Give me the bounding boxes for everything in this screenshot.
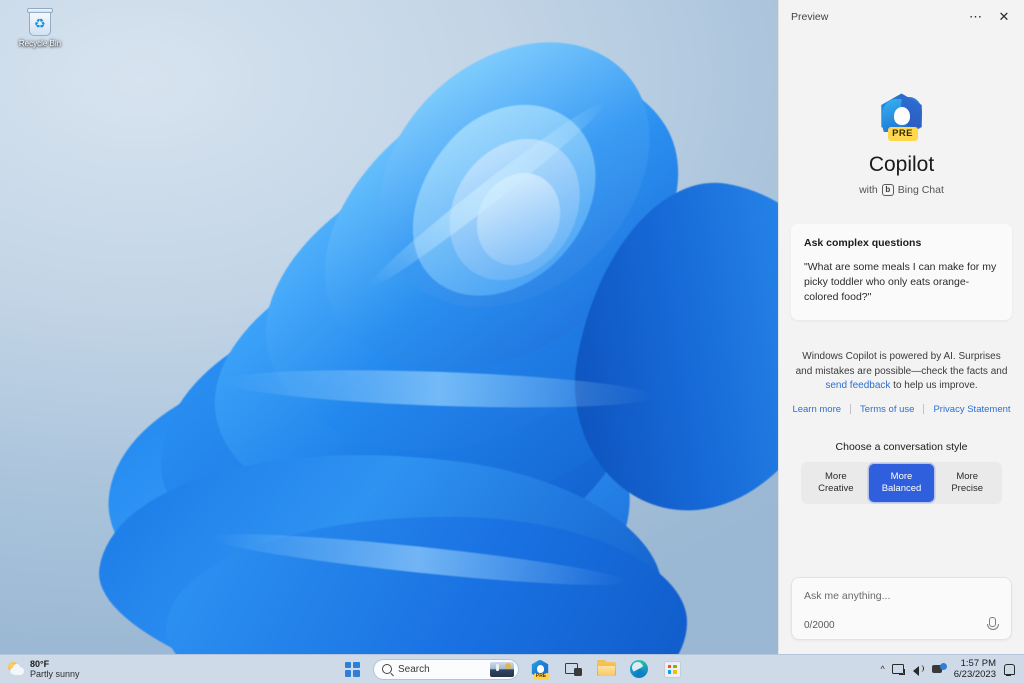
- conversation-style-label: Choose a conversation style: [835, 440, 968, 453]
- recycle-bin-icon: ♻: [25, 7, 55, 37]
- panel-title: Preview: [791, 10, 829, 23]
- conversation-style-section: Choose a conversation style More Creativ…: [791, 441, 1012, 504]
- divider: [850, 404, 852, 414]
- copilot-branding: PRE Copilot with b Bing Chat: [791, 93, 1012, 196]
- subtitle-prefix: with: [859, 184, 878, 196]
- network-icon: [891, 663, 905, 675]
- style-line-2: Creative: [818, 482, 854, 494]
- system-tray: ^ 1:57 PM 6/23/2023: [724, 658, 1024, 680]
- clock-time: 1:57 PM: [960, 658, 996, 669]
- suggestion-card[interactable]: Ask complex questions "What are some mea…: [791, 224, 1012, 320]
- network-button[interactable]: [891, 663, 905, 675]
- input-indicator-button[interactable]: [931, 662, 947, 676]
- taskbar-item-file-explorer[interactable]: [594, 657, 618, 681]
- recycle-bin-label: Recycle Bin: [18, 39, 62, 48]
- style-option-more-balanced[interactable]: More Balanced: [868, 463, 935, 502]
- weather-temperature: 80°F: [30, 659, 50, 669]
- search-icon: [382, 664, 392, 674]
- style-option-more-creative[interactable]: More Creative: [803, 464, 869, 502]
- weather-condition: Partly sunny: [30, 669, 80, 679]
- windows-start-icon: [344, 661, 360, 677]
- terms-of-use-link[interactable]: Terms of use: [860, 404, 914, 415]
- search-placeholder: Search: [398, 663, 430, 675]
- copilot-panel-body: PRE Copilot with b Bing Chat Ask complex…: [779, 33, 1024, 577]
- copilot-title: Copilot: [868, 153, 935, 176]
- disclaimer-part-2: to help us improve.: [890, 380, 978, 391]
- ellipsis-icon: ⋯: [969, 8, 983, 24]
- volume-button[interactable]: [912, 663, 925, 676]
- microsoft-store-icon: [663, 660, 681, 678]
- style-line-1: More: [956, 470, 978, 482]
- preview-badge: PRE: [533, 672, 549, 680]
- suggestion-text: "What are some meals I can make for my p…: [804, 261, 997, 303]
- character-count: 0/2000: [804, 620, 835, 631]
- taskbar-item-edge[interactable]: [627, 657, 651, 681]
- send-feedback-link[interactable]: send feedback: [825, 380, 890, 391]
- copilot-panel-header: Preview ⋯ ✕: [779, 0, 1024, 33]
- close-button[interactable]: ✕: [990, 5, 1018, 29]
- taskbar[interactable]: 80°F Partly sunny Search PRE ^ 1:57 PM 6…: [0, 654, 1024, 683]
- copilot-taskbar-icon: PRE: [531, 659, 550, 680]
- taskbar-item-task-view[interactable]: [561, 657, 585, 681]
- style-option-more-precise[interactable]: More Precise: [934, 464, 1000, 502]
- microsoft-edge-icon: [630, 660, 648, 678]
- bing-icon: b: [881, 184, 894, 196]
- style-line-1: More: [825, 470, 847, 482]
- more-options-button[interactable]: ⋯: [962, 5, 990, 29]
- clock-date: 6/23/2023: [953, 669, 996, 680]
- taskbar-item-store[interactable]: [660, 657, 684, 681]
- desktop[interactable]: ♻ Recycle Bin: [0, 0, 778, 654]
- legal-links: Learn more Terms of use Privacy Statemen…: [791, 404, 1012, 415]
- start-button[interactable]: [340, 657, 364, 681]
- wallpaper-bloom: [19, 0, 778, 654]
- subtitle-product: Bing Chat: [897, 184, 944, 196]
- divider: [923, 404, 925, 414]
- microphone-icon[interactable]: [984, 616, 999, 631]
- show-hidden-icons-button[interactable]: ^: [881, 664, 885, 674]
- taskbar-center: Search PRE: [300, 657, 724, 681]
- taskbar-item-copilot[interactable]: PRE: [528, 657, 552, 681]
- close-icon: ✕: [998, 8, 1010, 24]
- weather-widget-button[interactable]: 80°F Partly sunny: [8, 659, 80, 679]
- suggestion-title: Ask complex questions: [804, 237, 922, 249]
- recycle-bin-desktop-icon[interactable]: ♻ Recycle Bin: [6, 4, 74, 60]
- copilot-logo-icon: PRE: [879, 93, 925, 141]
- taskbar-left: 80°F Partly sunny: [0, 659, 300, 679]
- learn-more-link[interactable]: Learn more: [792, 404, 841, 415]
- partly-sunny-icon: [8, 661, 25, 678]
- composer-footer: 0/2000: [804, 616, 999, 631]
- ask-input[interactable]: Ask me anything...: [804, 590, 999, 602]
- ai-disclaimer: Windows Copilot is powered by AI. Surpri…: [791, 350, 1012, 394]
- style-line-2: Precise: [951, 482, 984, 494]
- notifications-button[interactable]: [1003, 663, 1015, 676]
- privacy-statement-link[interactable]: Privacy Statement: [933, 404, 1010, 415]
- copilot-panel[interactable]: Preview ⋯ ✕ PRE Copilot with b Bing Chat: [778, 0, 1024, 654]
- preview-badge: PRE: [887, 127, 918, 141]
- composer-area: Ask me anything... 0/2000: [779, 577, 1024, 654]
- task-view-icon: [564, 662, 582, 676]
- clock-button[interactable]: 1:57 PM 6/23/2023: [954, 658, 996, 680]
- file-explorer-icon: [596, 659, 616, 677]
- style-line-2: Balanced: [881, 482, 922, 494]
- conversation-style-options: More Creative More Balanced More Precise: [801, 461, 1002, 504]
- message-composer[interactable]: Ask me anything... 0/2000: [791, 577, 1012, 640]
- search-input[interactable]: Search: [373, 658, 519, 680]
- show-hidden-icons-chevron: ^: [880, 664, 885, 674]
- notification-bell-icon: [1003, 663, 1015, 676]
- disclaimer-part-1: Windows Copilot is powered by AI. Surpri…: [795, 351, 1008, 377]
- volume-icon: [912, 663, 925, 676]
- search-highlight-thumbnail: [490, 661, 514, 677]
- style-line-1: More: [890, 470, 913, 482]
- copilot-subtitle: with b Bing Chat: [791, 184, 1012, 196]
- input-indicator-icon: [931, 662, 947, 676]
